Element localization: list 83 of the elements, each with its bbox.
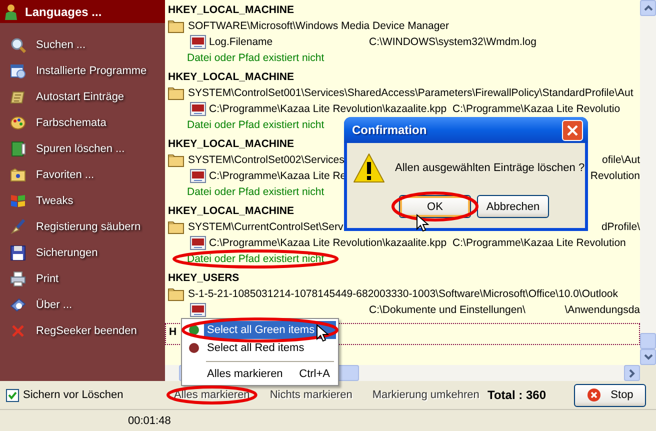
- scroll-down-button[interactable]: [640, 349, 656, 365]
- dialog-message: Allen ausgewählten Einträge löschen ?: [395, 162, 585, 174]
- value-data: C:\WINDOWS\system32\Wmdm.log: [369, 36, 536, 48]
- magnifier-icon: [10, 37, 26, 53]
- stop-icon: [586, 388, 601, 402]
- book-icon: [10, 141, 26, 157]
- scroll-right-button[interactable]: [624, 365, 640, 381]
- value-data: C:\Programme\Kazaa Lite Revolution: [452, 237, 626, 249]
- sidebar-item[interactable]: Installierte Programme: [10, 58, 165, 84]
- mouse-cursor-icon: [316, 324, 329, 342]
- floppy-icon: [10, 245, 26, 261]
- value-data: C:\Programme\Kazaa Lite Revolutio: [452, 103, 620, 115]
- hive-label: HKEY_USERS: [168, 272, 240, 284]
- close-icon: [10, 323, 26, 339]
- palette-icon: [10, 115, 26, 131]
- status-message: Datei oder Pfad existiert nicht: [187, 186, 324, 198]
- folder-icon: [10, 167, 26, 183]
- sidebar-item[interactable]: Tweaks: [10, 188, 165, 214]
- action-link[interactable]: Markierung umkehren: [372, 389, 480, 401]
- hive-label: H: [169, 326, 177, 338]
- flag-icon: [10, 193, 26, 209]
- mouse-cursor-icon: [416, 214, 429, 232]
- hive-label: HKEY_LOCAL_MACHINE: [168, 4, 294, 16]
- sidebar-item[interactable]: RegSeeker beenden: [10, 318, 165, 344]
- value-data: C:\Dokumente und Einstellungen\: [369, 304, 526, 316]
- close-icon: [567, 124, 578, 136]
- string-value-icon: [190, 102, 206, 116]
- string-value-icon: [190, 35, 206, 49]
- sidebar-item[interactable]: Autostart Einträge: [10, 84, 165, 110]
- value-name: C:\Programme\Kazaa Lite Revolution\kazaalite.kpp: [209, 103, 447, 115]
- stop-button[interactable]: Stop: [574, 384, 646, 406]
- status-message: Datei oder Pfad existiert nicht: [187, 52, 324, 64]
- key-path: SYSTEM\CurrentControlSet\Serv: [188, 221, 344, 233]
- sidebar-title: Languages ...: [25, 4, 102, 18]
- sidebar-item[interactable]: Sicherungen: [10, 240, 165, 266]
- key-path: dProfile\: [601, 221, 640, 233]
- sidebar-item[interactable]: Suchen ...: [10, 32, 165, 58]
- hive-label: HKEY_LOCAL_MACHINE: [168, 138, 294, 150]
- folder-icon: [168, 86, 184, 100]
- value-name: C:\Programme\Kazaa Lite Revolution\kazaalite.kpp: [209, 237, 447, 249]
- person-icon: [4, 4, 18, 20]
- folder-icon: [168, 19, 184, 33]
- printer-icon: [10, 271, 26, 287]
- hive-label: HKEY_LOCAL_MACHINE: [168, 71, 294, 83]
- hive-label: HKEY_LOCAL_MACHINE: [168, 205, 294, 217]
- folder-icon: [168, 287, 184, 301]
- value-data: Revolution: [590, 170, 640, 182]
- scroll-thumb[interactable]: [640, 333, 656, 349]
- string-value-icon: [190, 169, 206, 183]
- sidebar-item[interactable]: Über ...: [10, 292, 165, 318]
- key-path: SYSTEM\ControlSet002\Services: [188, 154, 344, 166]
- action-link[interactable]: Nichts markieren: [270, 389, 352, 401]
- total-count: Total : 360: [488, 388, 546, 402]
- scroll-up-button[interactable]: [640, 0, 656, 16]
- value-name: Log.Filename: [209, 36, 274, 48]
- key-path: SOFTWARE\Microsoft\Windows Media Device Manager: [188, 20, 450, 32]
- key-path: S-1-5-21-1085031214-1078145449-682003330-1003\Software\Microsoft\Office\10.0\Outlook: [188, 288, 618, 300]
- string-value-icon: [190, 236, 206, 250]
- sidebar-item[interactable]: Favoriten ...: [10, 162, 165, 188]
- key-path: ofile\Aut: [602, 154, 640, 166]
- dialog-title: Confirmation: [352, 123, 427, 137]
- backup-checkbox[interactable]: Sichern vor Löschen: [6, 388, 166, 402]
- status-message: Datei oder Pfad existiert nicht: [187, 119, 324, 131]
- note-icon: [10, 89, 26, 105]
- value-data: \Anwendungsda: [564, 304, 640, 316]
- sidebar-item[interactable]: Print: [10, 266, 165, 292]
- status-message: Datei oder Pfad existiert nicht: [187, 253, 324, 265]
- checkbox[interactable]: [6, 388, 19, 402]
- menu-item[interactable]: Alles markieren Ctrl+A: [184, 365, 336, 383]
- sidebar-item[interactable]: Spuren löschen ...: [10, 136, 165, 162]
- key-path: SYSTEM\ControlSet001\Services\SharedAccess\Parameters\FirewallPolicy\StandardProfile\Aut: [188, 87, 634, 99]
- window-icon: [10, 63, 26, 79]
- cancel-button[interactable]: Abbrechen: [477, 195, 549, 218]
- vertical-scrollbar[interactable]: [640, 0, 656, 365]
- sidebar-item[interactable]: Farbschemata: [10, 110, 165, 136]
- folder-icon: [168, 220, 184, 234]
- warning-icon: [353, 153, 385, 183]
- folder-icon: [168, 153, 184, 167]
- sidebar-item[interactable]: Registierung säubern: [10, 214, 165, 240]
- close-button[interactable]: [562, 120, 583, 140]
- brush-icon: [10, 219, 26, 235]
- elapsed-time: 00:01:48: [128, 414, 171, 426]
- checkmark-icon: [8, 390, 17, 400]
